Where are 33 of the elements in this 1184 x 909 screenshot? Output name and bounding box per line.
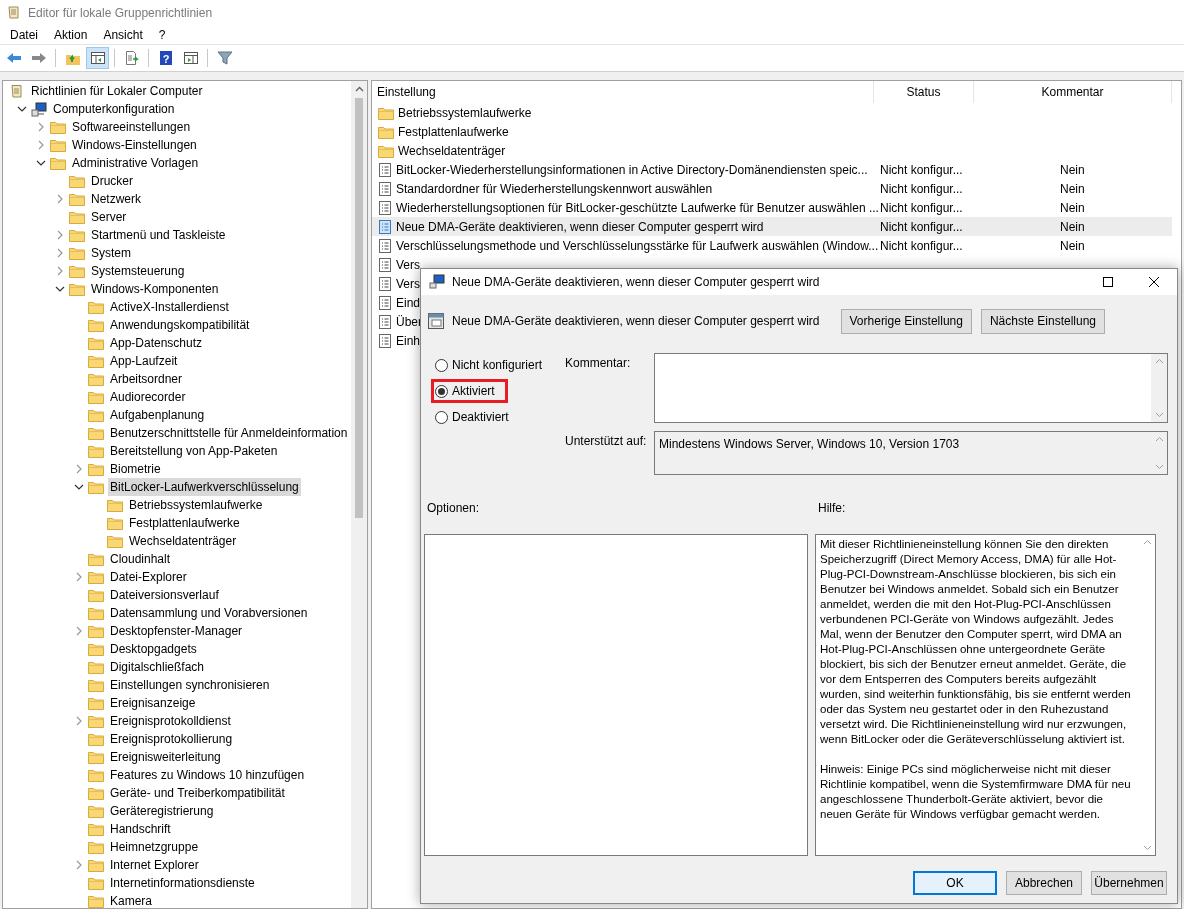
- comment-text: Nein: [1060, 219, 1085, 234]
- setting-name: Vers: [396, 256, 420, 274]
- comment-text: Nein: [1060, 238, 1085, 253]
- setting-name: BitLocker-Wiederherstellungsinformationen in Active Directory-Domänendiensten speic...: [396, 161, 868, 179]
- status-text: Nicht konfigur...: [880, 162, 963, 177]
- options-label: Optionen:: [427, 500, 481, 517]
- comment-text: Nein: [1060, 200, 1085, 215]
- setting-name: Wiederherstellungsoptionen für BitLocker-geschützte Laufwerke für Benutzer auswählen ...: [396, 199, 879, 217]
- status-text: Nicht konfigur...: [880, 181, 963, 196]
- help-paragraph: Hinweis: Einige PCs sind möglicherweise nicht mit dieser Richtlinie kompatibel, wenn die Systemfirmware DMA für neu angeschlossene Thunderbolt-Geräte aktiviert, bevor die neuen Geräte für Windows verfügbar gemacht werden.: [820, 762, 1132, 822]
- setting-name: Vers: [396, 275, 420, 293]
- setting-heading: Neue DMA-Geräte deaktivieren, wenn dieser Computer gesperrt wird: [452, 313, 821, 330]
- help-label: Hilfe:: [818, 500, 846, 517]
- dialog-title: Neue DMA-Geräte deaktivieren, wenn dieser Computer gesperrt wird: [452, 274, 821, 291]
- comment-text: Nein: [1060, 162, 1085, 177]
- window-title: Editor für lokale Gruppenrichtlinien: [28, 5, 213, 22]
- setting-name: Einh: [396, 332, 421, 350]
- setting-name: Verschlüsselungsmethode und Verschlüsselungsstärke für Laufwerk auswählen (Window...: [396, 237, 879, 255]
- setting-name: Betriebssystemlaufwerke: [398, 104, 532, 122]
- setting-name: Wechseldatenträger: [398, 142, 506, 160]
- comment-text: Nein: [1060, 181, 1085, 196]
- supported-value: Mindestens Windows Server, Windows 10, Version 1703: [658, 436, 961, 453]
- status-text: Nicht konfigur...: [880, 219, 963, 234]
- setting-name: Eind: [396, 294, 421, 312]
- status-text: Nicht konfigur...: [880, 200, 963, 215]
- setting-name: Neue DMA-Geräte deaktivieren, wenn dieser Computer gesperrt wird: [396, 218, 764, 236]
- setting-name: Festplattenlaufwerke: [398, 123, 509, 141]
- setting-name: Standardordner für Wiederherstellungskennwort auswählen: [396, 180, 713, 198]
- help-paragraph: Mit dieser Richtlinieneinstellung können Sie den direkten Speicherzugriff (Direct Memory Access, DMA) für alle Hot-Plug-PCI-Downstream-Anschlüsse blockieren, bis sich ein Benutzer bei Windows anmeldet. Sobald sich ein Benutzer anmeldet, werden die mit den Hot-Plug-PCI-Anschlüssen verbundenen PCI-Geräte von Windows aufgezählt. Jedes Mal, wenn der Benutzer den Computer sperrt, wird DMA an Hot-Plug-PCI-Anschlüssen ohne untergeordnete Geräte blockiert, bis sich der Benutzer erneut anmeldet. Geräte, die vor dem Entsperren des Computers bereits aufgezählt wurden, sind weiterhin funktionsfähig, bis sie entfernt werden oder das System neu gestartet oder in den Ruhezustand versetzt wird. Die Richtlinieneinstellung wird nur erzwungen, wenn BitLocker oder die Geräteverschlüsselung aktiviert ist.: [820, 537, 1132, 747]
- setting-name: Über: [396, 313, 422, 331]
- comment-label: Kommentar:: [564, 355, 632, 372]
- status-text: Nicht konfigur...: [880, 238, 963, 253]
- supported-label: Unterstützt auf:: [564, 433, 648, 450]
